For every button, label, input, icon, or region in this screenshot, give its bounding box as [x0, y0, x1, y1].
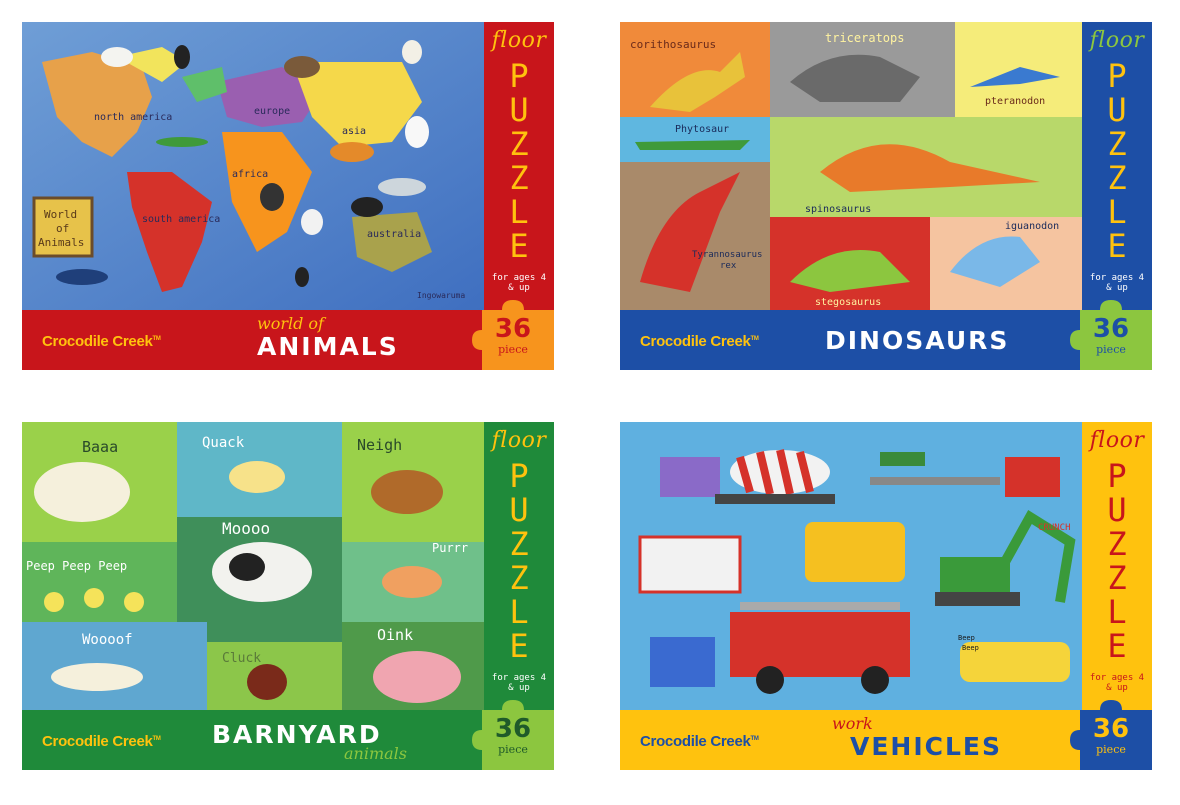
label-purr: Purrr: [432, 541, 468, 555]
vehicles-artwork: CRUNCH Beep Beep: [620, 422, 1082, 710]
sign-line-2: of: [56, 222, 69, 235]
age-label: for ages 4 & up: [1089, 273, 1145, 293]
label-cluck: Cluck: [222, 651, 261, 666]
bottom-band: Crocodile CreekTM BARNYARD animals: [22, 710, 484, 770]
brand-logo: Crocodile CreekTM: [640, 733, 759, 750]
puzzle-box-dinosaurs[interactable]: corithosaurus triceratops pteranodon Phy…: [620, 22, 1152, 370]
bottom-band: Crocodile CreekTM work VEHICLES: [620, 710, 1082, 770]
label-phytosaur: Phytosaur: [675, 124, 729, 135]
piece-count-unit: piece: [1096, 343, 1126, 356]
label-beep-1: Beep: [958, 634, 975, 642]
label-crunch: CRUNCH: [1038, 523, 1071, 533]
floor-label: floor: [491, 28, 547, 53]
brand-logo: Crocodile CreekTM: [42, 333, 161, 350]
piece-count-unit: piece: [498, 343, 528, 356]
label-baaa: Baaa: [82, 438, 118, 456]
label-corithosaurus: corithosaurus: [630, 38, 716, 51]
label-quack: Quack: [202, 435, 245, 451]
label-pteranodon: pteranodon: [985, 96, 1045, 107]
piece-count-number: 36: [1092, 314, 1130, 344]
piece-count-unit: piece: [1096, 743, 1126, 756]
label-neigh: Neigh: [357, 436, 402, 454]
brand-logo: Crocodile CreekTM: [640, 333, 759, 350]
piece-count-badge: 36 piece: [1070, 700, 1152, 770]
subtitle: work: [832, 714, 873, 733]
label-australia: australia: [367, 229, 421, 240]
floor-label: floor: [1089, 428, 1145, 453]
label-peep: Peep Peep Peep: [26, 559, 127, 573]
piece-count-badge: 36 piece: [472, 700, 554, 770]
label-beep-2: Beep: [962, 644, 979, 652]
product-title: ANIMALS: [257, 332, 399, 361]
label-north-america: north america: [94, 112, 172, 123]
subtitle: world of: [257, 314, 324, 333]
sign-line-1: World: [44, 208, 77, 221]
product-title: DINOSAURS: [825, 326, 1010, 355]
floor-label: floor: [491, 428, 547, 453]
bottom-band: Crocodile CreekTM DINOSAURS: [620, 310, 1082, 370]
label-asia: asia: [342, 126, 366, 137]
dinosaurs-artwork: corithosaurus triceratops pteranodon Phy…: [620, 22, 1082, 310]
label-iguanodon: iguanodon: [1005, 221, 1059, 232]
label-tyrannosaurus: Tyrannosaurus: [692, 250, 762, 260]
puzzle-box-barnyard-animals[interactable]: Baaa Quack Neigh Moooo Peep Peep Peep Pu…: [22, 422, 554, 770]
puzzle-box-work-vehicles[interactable]: CRUNCH Beep Beep floor PUZZLE for ages 4…: [620, 422, 1152, 770]
label-europe: europe: [254, 106, 290, 117]
label-moo: Moooo: [222, 519, 270, 538]
piece-count-number: 36: [1092, 714, 1130, 744]
piece-count-number: 36: [494, 314, 532, 344]
artist-signature: Ingowaruma: [417, 291, 465, 300]
label-spinosaurus: spinosaurus: [805, 204, 871, 215]
puzzle-box-world-of-animals[interactable]: World of Animals north america europe as…: [22, 22, 554, 370]
piece-count-unit: piece: [498, 743, 528, 756]
age-label: for ages 4 & up: [491, 673, 547, 693]
puzzle-word: PUZZLE: [1107, 457, 1127, 665]
barnyard-artwork: Baaa Quack Neigh Moooo Peep Peep Peep Pu…: [22, 422, 484, 710]
world-map-artwork: World of Animals north america europe as…: [22, 22, 484, 310]
label-south-america: south america: [142, 214, 220, 225]
puzzle-word: PUZZLE: [1107, 57, 1127, 265]
label-oink: Oink: [377, 626, 413, 644]
subtitle: animals: [344, 744, 407, 763]
label-africa: africa: [232, 169, 268, 180]
label-woof: Woooof: [82, 632, 133, 648]
label-rex: rex: [720, 261, 737, 271]
label-triceratops: triceratops: [825, 31, 904, 45]
age-label: for ages 4 & up: [1089, 673, 1145, 693]
bottom-band: Crocodile CreekTM world of ANIMALS: [22, 310, 484, 370]
sign-line-3: Animals: [38, 236, 84, 249]
piece-count-badge: 36 piece: [1070, 300, 1152, 370]
floor-label: floor: [1089, 28, 1145, 53]
piece-count-number: 36: [494, 714, 532, 744]
puzzle-word: PUZZLE: [509, 457, 529, 665]
piece-count-badge: 36 piece: [472, 300, 554, 370]
product-title: VEHICLES: [850, 732, 1003, 761]
label-stegosaurus: stegosaurus: [815, 297, 881, 308]
brand-logo: Crocodile CreekTM: [42, 733, 161, 750]
puzzle-word: PUZZLE: [509, 57, 529, 265]
age-label: for ages 4 & up: [491, 273, 547, 293]
